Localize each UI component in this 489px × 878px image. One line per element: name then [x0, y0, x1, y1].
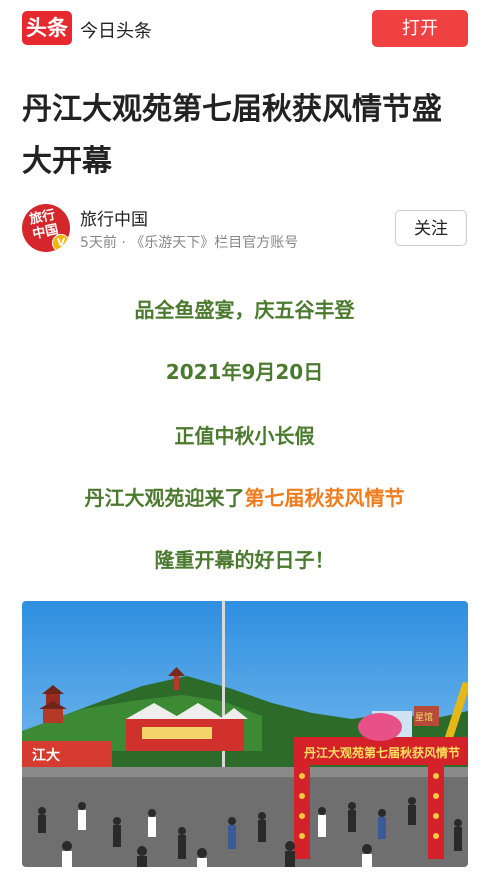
article-title: 丹江大观苑第七届秋获风情节盛大开幕 — [22, 92, 442, 179]
body-line: 2021年9月20日 — [165, 360, 324, 384]
body-text: 丹江大观苑迎来了 — [84, 486, 245, 510]
toutiao-logo[interactable]: 头条 — [22, 11, 72, 45]
festival-scene-illustration: 江大 示 星馆 丹江大观苑第七届秋获风情节 — [22, 601, 468, 867]
follow-button[interactable]: 关注 — [395, 210, 467, 246]
author-name[interactable]: 旅行中国 — [80, 205, 148, 230]
highlight-text: 第七届秋获风情节 — [244, 486, 405, 510]
app-name: 今日头条 — [80, 21, 152, 42]
article-photo[interactable]: 江大 示 星馆 丹江大观苑第七届秋获风情节 — [22, 601, 468, 867]
body-line: 正值中秋小长假 — [174, 424, 315, 448]
top-bar: 头条 今日头条 打开 — [0, 0, 489, 56]
body-line: 丹江大观苑迎来了第七届秋获风情节 — [0, 482, 489, 511]
arch-banner-text: 丹江大观苑第七届秋获风情节 — [304, 745, 460, 760]
open-app-button[interactable]: 打开 — [372, 10, 468, 47]
author-meta: 5天前 · 《乐游天下》栏目官方账号 — [80, 235, 299, 251]
author-avatar[interactable]: 旅行中国 V — [22, 204, 70, 252]
verified-icon: V — [52, 234, 70, 252]
body-line: 隆重开幕的好日子！ — [154, 548, 335, 572]
body-line: 品全鱼盛宴，庆五谷丰登 — [134, 298, 355, 322]
stage-sign-text: 江大 — [32, 747, 60, 764]
shop-sign-text: 星馆 — [415, 711, 433, 723]
